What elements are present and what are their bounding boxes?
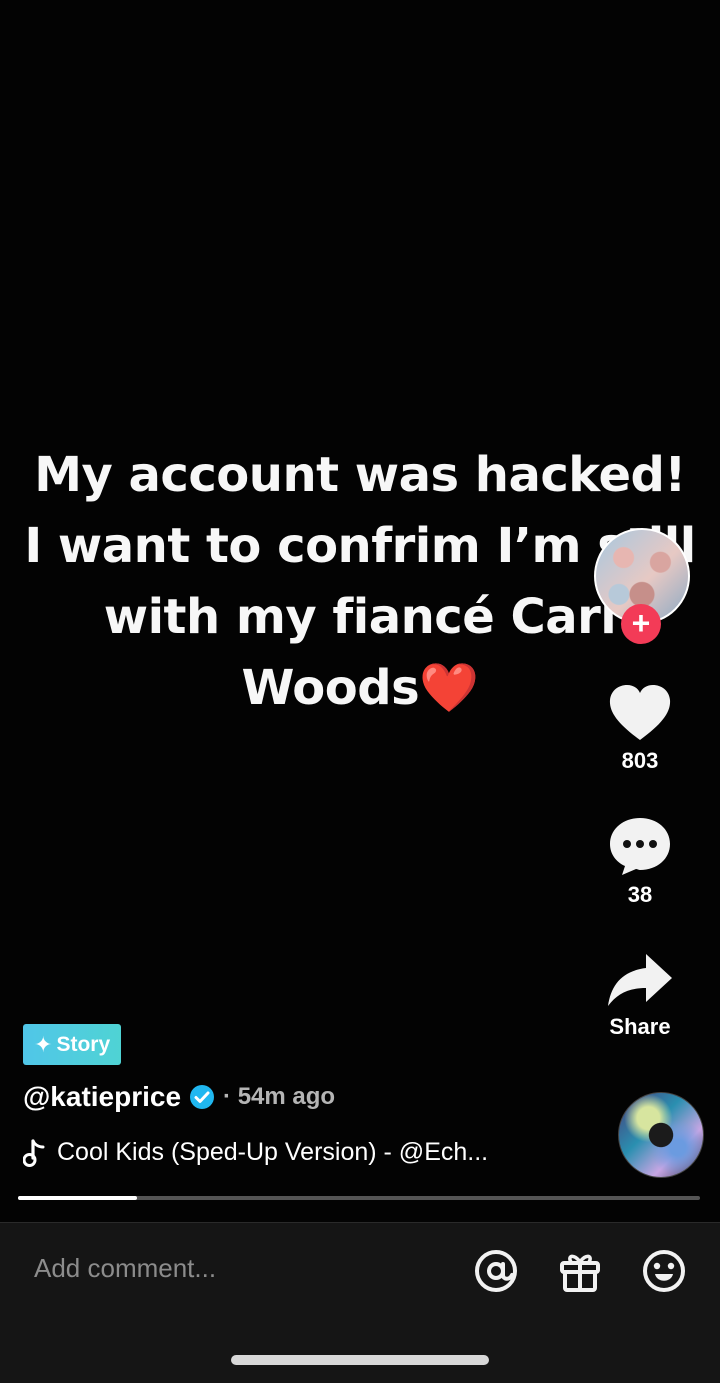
post-time: · 54m ago [223,1083,336,1110]
sparkle-icon: ✦ [34,1031,53,1057]
mention-icon[interactable] [472,1247,520,1295]
music-title: Cool Kids (Sped-Up Version) - @Ech... [57,1138,489,1166]
story-badge[interactable]: ✦ Story [23,1024,122,1065]
home-indicator[interactable] [231,1355,489,1365]
comment-icon [610,818,670,875]
verified-icon [190,1085,215,1109]
creator-avatar[interactable]: + [594,528,690,644]
follow-button[interactable]: + [621,604,661,644]
share-label: Share [609,1014,671,1039]
heart-emoji-icon: ❤️ [419,660,479,716]
music-disc[interactable] [618,1092,704,1178]
caption-line-1: My account was hacked! [34,447,686,503]
caption-line-4: Woods❤️ [241,660,479,716]
author-row: @katieprice · 54m ago [23,1081,335,1113]
story-label: Story [56,1032,111,1056]
comment-bar: Add comment... [0,1222,720,1383]
like-count: 803 [621,748,659,773]
plus-icon: + [631,605,651,641]
add-comment-input[interactable]: Add comment... [34,1253,216,1284]
gift-icon[interactable] [556,1247,604,1295]
like-button[interactable]: 803 [600,684,680,774]
music-row[interactable]: Cool Kids (Sped-Up Version) - @Ech... [23,1138,488,1167]
heart-icon [609,685,671,740]
music-note-icon [23,1138,45,1167]
emoji-icon[interactable] [640,1247,688,1295]
author-handle[interactable]: @katieprice [23,1081,181,1113]
comment-button[interactable]: 38 [600,816,680,908]
share-button[interactable]: Share [600,952,680,1040]
share-icon [608,954,672,1006]
video-progress-bar[interactable] [18,1196,700,1200]
comment-count: 38 [627,882,653,907]
progress-fill [18,1196,138,1200]
